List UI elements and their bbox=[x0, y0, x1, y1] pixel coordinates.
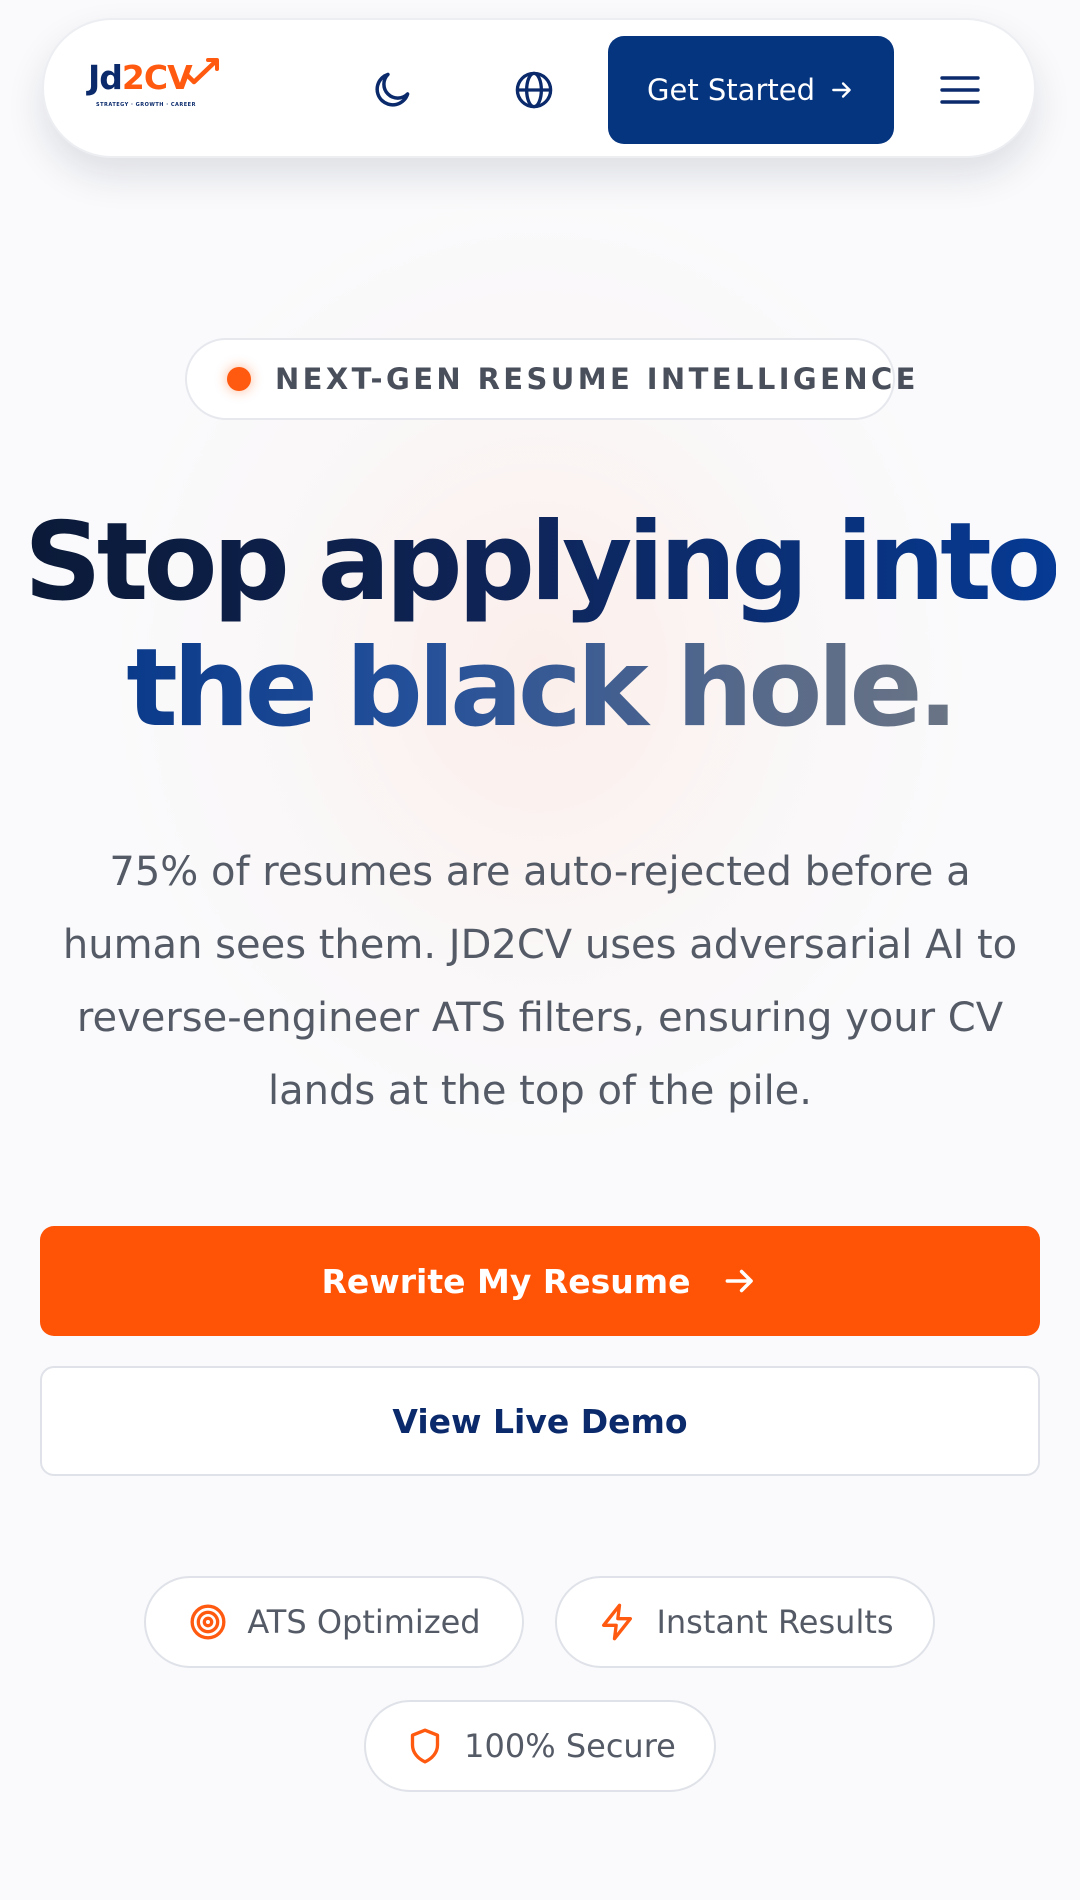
globe-icon bbox=[515, 71, 553, 109]
logo-check-icon bbox=[183, 58, 219, 85]
feature-pill-instant-results: Instant Results bbox=[555, 1576, 935, 1668]
get-started-label: Get Started bbox=[647, 73, 815, 107]
logo-wordmark: Jd2CV bbox=[88, 58, 193, 97]
hero-description: 75% of resumes are auto-rejected before … bbox=[62, 849, 1018, 1114]
theme-toggle-button[interactable] bbox=[364, 62, 420, 118]
badge-label: NEXT-GEN RESUME INTELLIGENCE bbox=[275, 362, 919, 396]
shield-icon bbox=[404, 1725, 446, 1767]
feature-label: ATS Optimized bbox=[247, 1603, 481, 1641]
target-icon bbox=[187, 1601, 229, 1643]
headline-line-1: Stop applying into bbox=[24, 500, 1061, 625]
headline-line-2: the black hole. bbox=[126, 626, 958, 751]
arrow-right-icon bbox=[832, 82, 851, 98]
top-navbar: Jd2CV STRATEGY · GROWTH · CAREER Get Sta… bbox=[42, 18, 1036, 158]
lightning-icon bbox=[596, 1601, 638, 1643]
moon-icon bbox=[375, 72, 410, 107]
status-dot bbox=[227, 367, 251, 391]
hamburger-menu-button[interactable] bbox=[932, 62, 988, 118]
get-started-button[interactable]: Get Started bbox=[608, 36, 894, 144]
rewrite-resume-label: Rewrite My Resume bbox=[321, 1261, 691, 1301]
view-live-demo-label: View Live Demo bbox=[392, 1401, 688, 1441]
feature-label: Instant Results bbox=[656, 1603, 894, 1641]
rewrite-resume-button[interactable]: Rewrite My Resume bbox=[40, 1226, 1040, 1336]
view-live-demo-button[interactable]: View Live Demo bbox=[40, 1366, 1040, 1476]
hero-headline: Stop applying into the black hole. bbox=[0, 500, 1080, 752]
feature-label: 100% Secure bbox=[464, 1727, 676, 1765]
language-selector-button[interactable] bbox=[506, 62, 562, 118]
feature-pill-ats-optimized: ATS Optimized bbox=[144, 1576, 524, 1668]
feature-pill-secure: 100% Secure bbox=[364, 1700, 716, 1792]
hamburger-menu-icon bbox=[940, 76, 980, 104]
arrow-right-icon bbox=[725, 1269, 753, 1293]
logo-tagline: STRATEGY · GROWTH · CAREER bbox=[96, 102, 196, 108]
hero-badge: NEXT-GEN RESUME INTELLIGENCE bbox=[185, 338, 916, 420]
brand-logo[interactable]: Jd2CV STRATEGY · GROWTH · CAREER bbox=[88, 58, 219, 118]
